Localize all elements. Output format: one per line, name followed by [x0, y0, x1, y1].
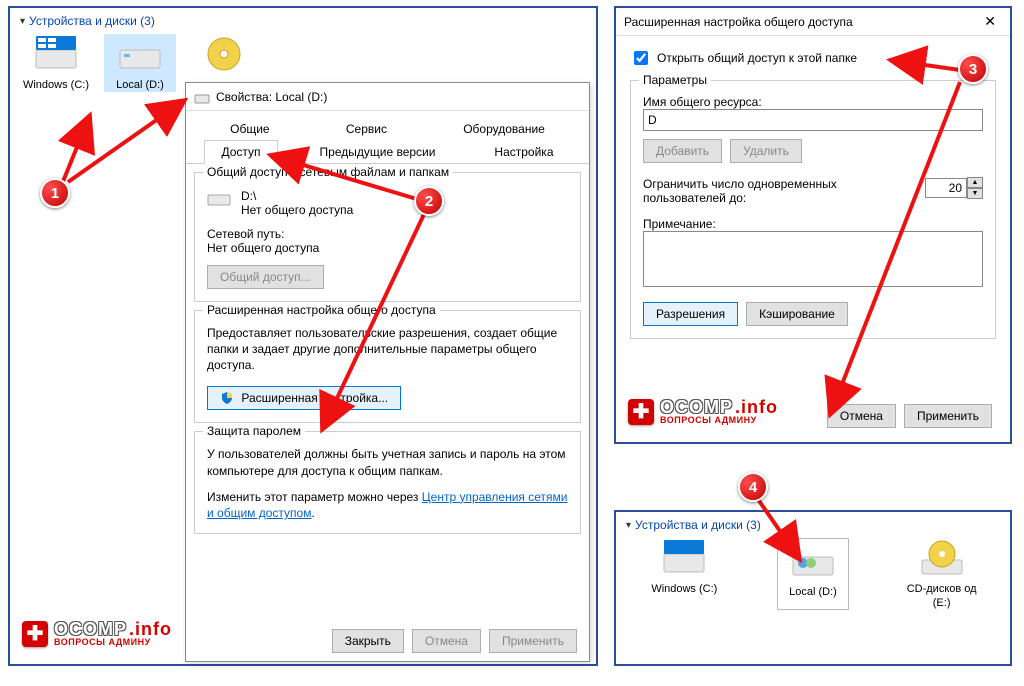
limit-spinner[interactable]: ▲ ▼ [925, 177, 983, 199]
drive-label: Local (D:) [104, 78, 176, 92]
drive-icon [194, 89, 210, 105]
drive-icon [32, 34, 80, 74]
enable-share-checkbox[interactable]: Открыть общий доступ к этой папке [630, 48, 996, 68]
share-status: Нет общего доступа [241, 203, 353, 217]
drive-label: Windows (C:) [648, 582, 720, 596]
advanced-sharing-dialog: Расширенная настройка общего доступа ✕ О… [614, 6, 1012, 444]
marker-2: 2 [414, 186, 444, 216]
drive-c[interactable]: Windows (C:) [20, 34, 92, 92]
share-button[interactable]: Общий доступ... [207, 265, 324, 289]
password-line2-prefix: Изменить этот параметр можно через [207, 490, 422, 504]
share-name-label: Имя общего ресурса: [643, 95, 983, 109]
drive-icon [116, 34, 164, 74]
chevron-down-icon: ▾ [20, 16, 25, 27]
drive-d-shared[interactable]: Local (D:) [777, 538, 849, 610]
group-title: Защита паролем [203, 424, 305, 438]
advanced-settings-button[interactable]: Расширенная настройка... [207, 386, 401, 411]
params-group: Параметры Имя общего ресурса: Добавить У… [630, 80, 996, 339]
tab-general[interactable]: Общие [213, 117, 286, 141]
netpath-value: Нет общего доступа [207, 241, 568, 255]
watermark: ✚ OCOMP.info ВОПРОСЫ АДМИНУ [628, 398, 778, 425]
network-share-group: Общий доступ к сетевым файлам и папкам D… [194, 172, 581, 302]
close-button[interactable]: Закрыть [332, 629, 404, 653]
permissions-button[interactable]: Разрешения [643, 302, 738, 326]
marker-1: 1 [40, 178, 70, 208]
properties-dialog: Свойства: Local (D:) Общие Сервис Оборуд… [185, 82, 590, 662]
spinner-down[interactable]: ▼ [967, 188, 983, 199]
tab-customize[interactable]: Настройка [477, 140, 570, 164]
advanced-share-group: Расширенная настройка общего доступа Пре… [194, 310, 581, 423]
drive-label: Local (D:) [780, 585, 846, 599]
checkbox-label: Открыть общий доступ к этой папке [657, 51, 857, 65]
tabs: Общие Сервис Оборудование Доступ Предыду… [186, 111, 589, 164]
drive-icon [660, 538, 708, 578]
dialog-title: Расширенная настройка общего доступа [624, 15, 853, 29]
password-group: Защита паролем У пользователей должны бы… [194, 431, 581, 534]
drive-d[interactable]: Local (D:) [104, 34, 176, 92]
dialog-title: Свойства: Local (D:) [216, 90, 327, 104]
comment-label: Примечание: [643, 217, 983, 231]
apply-button[interactable]: Применить [904, 404, 992, 428]
advanced-description: Предоставляет пользовательские разрешени… [207, 325, 568, 374]
close-icon[interactable]: ✕ [978, 13, 1002, 30]
shield-icon [220, 391, 234, 405]
drive-cd[interactable]: CD-дисков од (E:) [906, 538, 978, 610]
share-name-input[interactable] [643, 109, 983, 131]
drive-label: CD-дисков од (E:) [906, 582, 978, 610]
devices-header[interactable]: ▾ Устройства и диски (3) [626, 518, 1000, 532]
marker-3: 3 [958, 54, 988, 84]
spinner-up[interactable]: ▲ [967, 177, 983, 188]
caching-button[interactable]: Кэширование [746, 302, 848, 326]
group-title: Расширенная настройка общего доступа [203, 303, 440, 317]
devices-header-text: Устройства и диски (3) [635, 518, 761, 532]
tab-hardware[interactable]: Оборудование [446, 117, 562, 141]
marker-4: 4 [738, 472, 768, 502]
cancel-button[interactable]: Отмена [412, 629, 481, 653]
limit-label: Ограничить число одновременных пользоват… [643, 177, 913, 205]
drive-label: Windows (C:) [20, 78, 92, 92]
cd-icon [918, 538, 966, 578]
group-title: Общий доступ к сетевым файлам и папкам [203, 165, 453, 179]
drive-c[interactable]: Windows (C:) [648, 538, 720, 610]
add-button[interactable]: Добавить [643, 139, 722, 163]
limit-input[interactable] [925, 178, 967, 198]
password-line1: У пользователей должны быть учетная запи… [207, 446, 568, 478]
tab-service[interactable]: Сервис [329, 117, 404, 141]
checkbox-input[interactable] [634, 51, 648, 65]
cancel-button[interactable]: Отмена [827, 404, 896, 428]
watermark: ✚ OCOMP.info ВОПРОСЫ АДМИНУ [22, 620, 172, 647]
comment-textarea[interactable] [643, 231, 983, 287]
plus-icon: ✚ [22, 621, 48, 647]
drive-shared-icon [789, 541, 837, 581]
plus-icon: ✚ [628, 399, 654, 425]
tab-previous-versions[interactable]: Предыдущие версии [303, 140, 453, 164]
remove-button[interactable]: Удалить [730, 139, 802, 163]
chevron-down-icon: ▾ [626, 520, 631, 531]
drives-list: Windows (C:) Local (D:) CD-дисков од (E:… [626, 538, 1000, 610]
cd-icon [200, 34, 248, 74]
apply-button[interactable]: Применить [489, 629, 577, 653]
devices-header[interactable]: ▾ Устройства и диски (3) [20, 14, 586, 28]
share-path: D:\ [241, 189, 353, 203]
drive-icon [207, 189, 231, 207]
advanced-button-label: Расширенная настройка... [241, 391, 388, 405]
devices-header-text: Устройства и диски (3) [29, 14, 155, 28]
titlebar[interactable]: Свойства: Local (D:) [186, 83, 589, 111]
netpath-label: Сетевой путь: [207, 227, 568, 241]
tab-sharing[interactable]: Доступ [204, 140, 277, 164]
group-title: Параметры [639, 73, 711, 87]
